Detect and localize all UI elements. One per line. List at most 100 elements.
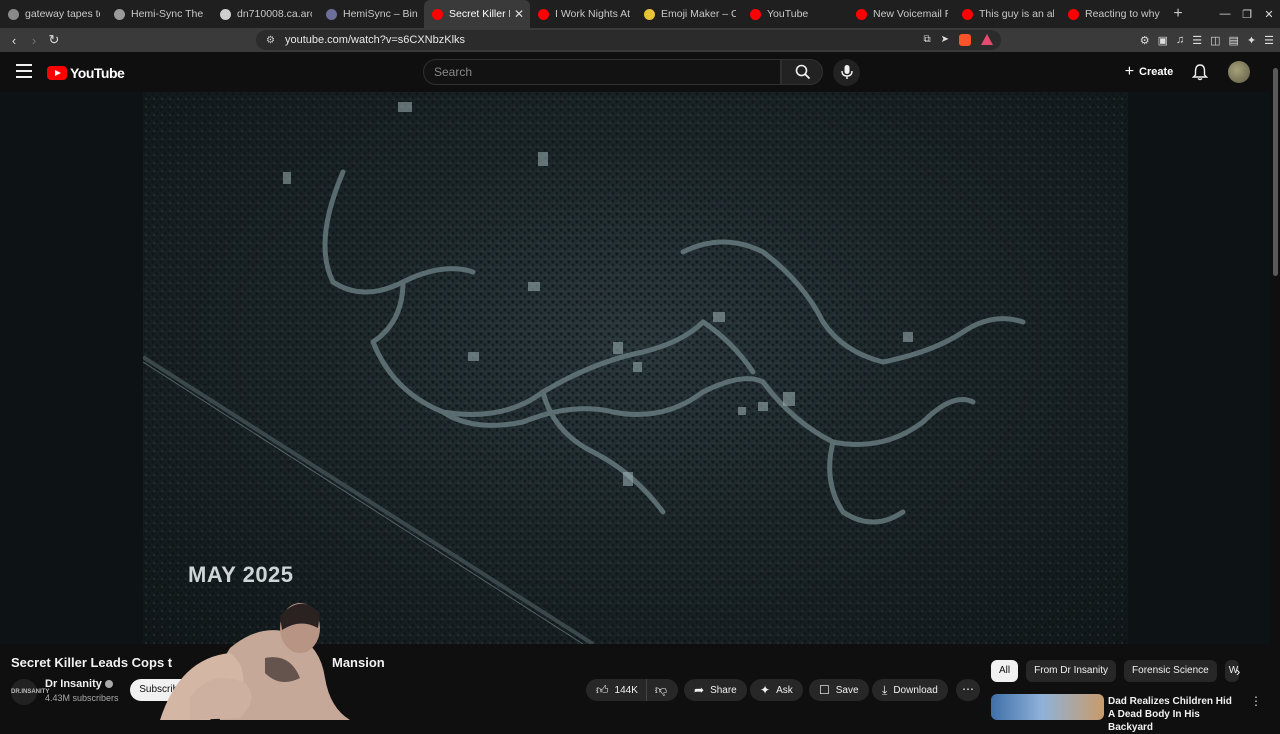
browser-tab[interactable]: New Voicemail R (848, 0, 954, 28)
youtube-logo[interactable]: YouTube (47, 65, 125, 81)
share-icon: ➦ (694, 683, 705, 697)
close-window-icon[interactable]: ✕ (1258, 8, 1280, 21)
search-input[interactable]: Search (423, 59, 781, 85)
channel-avatar[interactable]: DR.INSANITY (11, 679, 49, 705)
thumbs-down-icon: 👎︎ (654, 682, 668, 697)
tab-list: gateway tapes to Hemi-Sync The G dn710008.… (0, 0, 1166, 28)
voice-search-button[interactable] (833, 59, 860, 86)
address-bar[interactable]: ⚙ youtube.com/watch?v=s6CXNbzKlks ⧉ ➤ (256, 30, 1001, 50)
channel-name-text: Dr Insanity (45, 678, 102, 690)
download-label: Download (893, 684, 938, 696)
chips-next-arrow-icon[interactable]: › (1236, 664, 1240, 679)
recommended-video-title[interactable]: Dad Realizes Children Hid A Dead Body In… (1108, 695, 1238, 734)
channel-name[interactable]: Dr Insanity (45, 678, 113, 690)
save-label: Save (835, 684, 859, 696)
wallet-icon[interactable]: ▣ (1158, 34, 1168, 47)
back-icon[interactable]: ‹ (4, 33, 24, 48)
create-button[interactable]: + Create (1118, 59, 1180, 85)
reload-icon[interactable]: ↻ (44, 32, 64, 48)
account-avatar[interactable] (1228, 61, 1250, 83)
browser-tab[interactable]: YouTube (742, 0, 848, 28)
sidebar-icon[interactable]: ◫ (1210, 34, 1220, 47)
tab-favicon-icon (856, 8, 867, 20)
site-info-icon[interactable]: ⚙ (266, 35, 275, 46)
page-scrollbar[interactable] (1270, 56, 1280, 720)
new-tab-button[interactable]: + (1166, 5, 1190, 23)
ask-label: Ask (776, 684, 793, 696)
brave-shields-icon[interactable] (959, 34, 971, 46)
browser-tab[interactable]: Hemi-Sync The G (106, 0, 212, 28)
search-icon (795, 64, 811, 80)
tab-label: New Voicemail R (873, 8, 948, 20)
video-player[interactable]: MAY 2025 (0, 92, 1270, 644)
browser-toolbar: ‹ › ↻ ☌ ⚙ youtube.com/watch?v=s6CXNbzKlk… (0, 28, 1280, 52)
save-button[interactable]: ☐ Save (809, 679, 869, 701)
like-button[interactable]: 👍︎ 144K (586, 679, 647, 701)
browser-tab[interactable]: Emoji Maker – Cre (636, 0, 742, 28)
download-button[interactable]: ⤓ Download (872, 679, 948, 701)
video-title: Secret Killer Leads Cops t Mansion (11, 655, 385, 670)
plus-icon: + (1124, 63, 1135, 80)
more-horizontal-icon: ⋯ (962, 682, 974, 696)
subscribe-button[interactable]: Subscribe (130, 679, 193, 701)
minimize-icon[interactable]: — (1214, 8, 1236, 20)
like-count: 144K (614, 684, 638, 696)
brave-rewards-icon[interactable] (981, 34, 993, 45)
wallet2-icon[interactable]: ▤ (1229, 34, 1239, 47)
browser-tab[interactable]: I Work Nights At (530, 0, 636, 28)
media-icon[interactable]: ♫ (1176, 34, 1184, 46)
menu-icon[interactable]: ☰ (1264, 34, 1274, 47)
youtube-logo-text: YouTube (70, 65, 125, 81)
extension-toolbar: ⚙ ▣ ♫ ☰ ◫ ▤ ✦ ☰ (1140, 28, 1274, 52)
url-text: youtube.com/watch?v=s6CXNbzKlks (284, 34, 466, 46)
tab-favicon-icon (962, 8, 973, 20)
verified-badge-icon (104, 680, 113, 689)
scrollbar-thumb[interactable] (1273, 68, 1278, 276)
guide-menu-icon[interactable] (16, 64, 32, 78)
window-controls: — ❐ ✕ (1214, 0, 1280, 28)
tab-favicon-icon (1068, 8, 1079, 20)
tab-favicon-icon (326, 8, 337, 20)
dislike-button[interactable]: 👎︎ (647, 683, 675, 698)
tab-favicon-icon (8, 8, 19, 20)
search-button[interactable] (781, 59, 823, 85)
reading-list-icon[interactable]: ☰ (1192, 34, 1202, 47)
ask-button[interactable]: ✦ Ask (750, 679, 803, 701)
tab-favicon-icon (644, 8, 655, 20)
forward-icon[interactable]: › (24, 33, 44, 48)
tab-label: Secret Killer L (449, 8, 510, 20)
like-dislike-group: 👍︎ 144K 👎︎ (586, 679, 678, 701)
thumbs-up-icon: 👍︎ (596, 682, 609, 697)
more-actions-button[interactable]: ⋯ (956, 679, 980, 701)
sparkle-icon: ✦ (760, 683, 771, 697)
tab-label: I Work Nights At (555, 8, 630, 20)
browser-tab[interactable]: dn710008.ca.arch (212, 0, 318, 28)
chip-all[interactable]: All (991, 660, 1019, 682)
notifications-bell-icon[interactable] (1192, 63, 1208, 81)
tab-close-icon[interactable]: ✕ (514, 7, 524, 21)
tab-favicon-icon (432, 8, 443, 20)
recommended-more-icon[interactable]: ⋮ (1250, 694, 1262, 708)
browser-tab[interactable]: gateway tapes to (0, 0, 106, 28)
extensions-icon[interactable]: ⚙ (1140, 34, 1150, 47)
maximize-icon[interactable]: ❐ (1236, 8, 1258, 21)
video-title-tail: Mansion (332, 655, 385, 670)
download-icon: ⤓ (882, 682, 888, 697)
recommended-video-thumbnail[interactable] (991, 694, 1104, 720)
video-date-caption: MAY 2025 (188, 562, 294, 587)
send-icon[interactable]: ➤ (941, 34, 949, 46)
open-external-icon[interactable]: ⧉ (923, 34, 930, 46)
browser-tab[interactable]: HemiSync – Binau (318, 0, 424, 28)
browser-tab[interactable]: Secret Killer L ✕ (424, 0, 530, 28)
chip-forensic-science[interactable]: Forensic Science (1124, 660, 1217, 682)
share-label: Share (710, 684, 737, 696)
browser-tab[interactable]: Reacting to why s (1060, 0, 1166, 28)
tab-label: Emoji Maker – Cre (661, 8, 736, 20)
chip-from-channel[interactable]: From Dr Insanity (1026, 660, 1117, 682)
video-title-text: Secret Killer Leads Cops t (11, 655, 173, 670)
youtube-play-icon (47, 66, 67, 80)
leo-ai-icon[interactable]: ✦ (1247, 34, 1256, 47)
tab-label: HemiSync – Binau (343, 8, 418, 20)
share-button[interactable]: ➦ Share (684, 679, 747, 701)
browser-tab[interactable]: This guy is an ab (954, 0, 1060, 28)
